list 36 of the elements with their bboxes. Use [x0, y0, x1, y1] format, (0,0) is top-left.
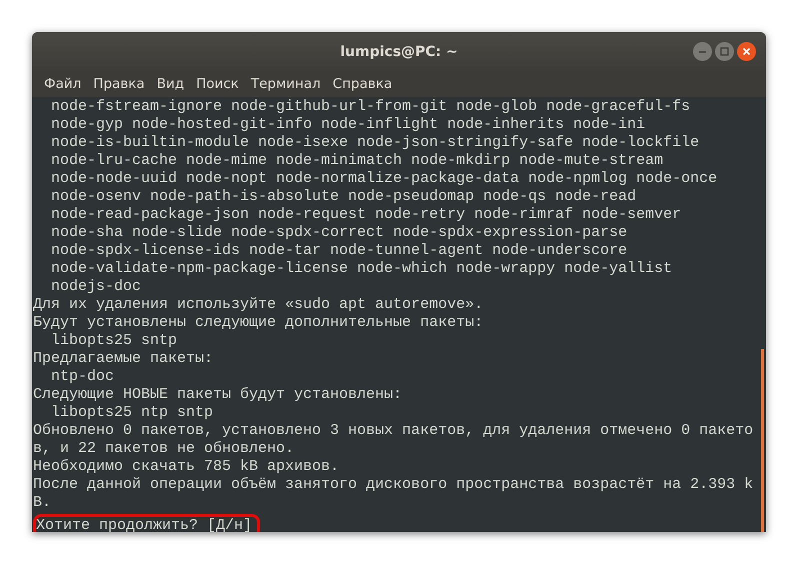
terminal-line: Предлагаемые пакеты: [33, 350, 214, 368]
terminal-line: node-spdx-license-ids node-tar node-tunnel-agent node-underscore [50, 242, 628, 260]
menu-item[interactable]: Правка [87, 74, 151, 95]
terminal-line: ntp-doc [50, 368, 116, 386]
terminal-line: node-node-uuid node-nopt node-normalize-package-data node-npmlog node-once [50, 170, 718, 188]
terminal-line: Для их удаления используйте «sudo apt autoremove». [33, 296, 484, 314]
terminal-line: node-sha node-slide node-spdx-correct node-spdx-expression-parse [50, 224, 628, 242]
maximize-icon [720, 47, 729, 56]
menu-item[interactable]: Вид [150, 74, 190, 95]
terminal-line: Хотите продолжить? [Д/н] [36, 517, 252, 532]
menu-item[interactable]: Поиск [190, 74, 245, 95]
window-title: lumpics@PC: ~ [340, 42, 458, 62]
terminal-line: nodejs-doc [50, 278, 142, 296]
terminal-line: Обновлено 0 пакетов, установлено 3 новых пакетов, для удаления отмечено 0 пакето [33, 422, 754, 440]
scrollbar[interactable] [761, 349, 764, 532]
terminal-line: Следующие НОВЫЕ пакеты будут установлены: [33, 386, 404, 404]
terminal-line: node-is-builtin-module node-isexe node-json-stringify-safe node-lockfile [50, 134, 700, 152]
minimize-button[interactable] [693, 42, 712, 61]
terminal-line: node-osenv node-path-is-absolute node-pseudomap node-qs node-read [50, 188, 638, 206]
terminal-line: После данной операции объём занятого дискового пространства возрастёт на 2.393 k [33, 476, 754, 494]
close-button[interactable] [737, 42, 756, 61]
menu-item[interactable]: Справка [326, 74, 398, 95]
terminal-line: node-read-package-json node-request node-retry node-rimraf node-semver [50, 206, 682, 224]
terminal-line: node-lru-cache node-mime node-minimatch node-mkdirp node-mute-stream [50, 152, 664, 170]
terminal-line: node-fstream-ignore node-github-url-from-git node-glob node-graceful-fs [50, 98, 692, 116]
terminal-line: libopts25 ntp sntp [50, 404, 214, 422]
menu-item[interactable]: Терминал [244, 74, 327, 95]
terminal-line: B. [33, 494, 52, 512]
terminal-line: Необходимо скачать 785 kB архивов. [33, 458, 340, 476]
terminal-line: Будут установлены следующие дополнительные пакеты: [33, 314, 484, 332]
close-icon [742, 47, 751, 56]
terminal-line: node-validate-npm-package-license node-which node-wrappy node-yallist [50, 260, 674, 278]
menu-item[interactable]: Файл [38, 74, 88, 95]
terminal-line: libopts25 sntp [50, 332, 178, 350]
terminal-line: node-gyp node-hosted-git-info node-inflight node-inherits node-ini [50, 116, 646, 134]
terminal-line: в, и 22 пакетов не обновлено. [33, 440, 296, 458]
